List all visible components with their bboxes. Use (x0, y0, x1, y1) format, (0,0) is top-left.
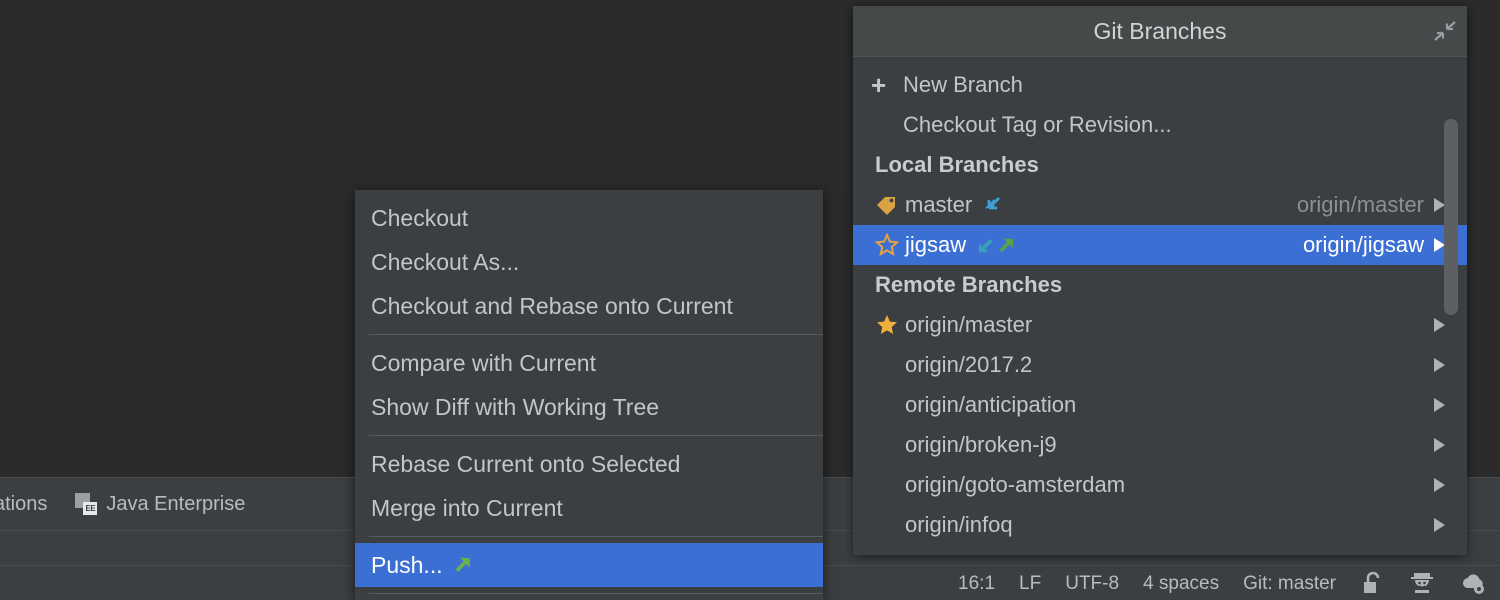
branch-name-label: origin/2017.2 (905, 352, 1032, 378)
branch-row-origin-master[interactable]: origin/master (853, 305, 1467, 345)
branch-row-origin-goto-amsterdam[interactable]: origin/goto-amsterdam (853, 465, 1467, 505)
popup-action-checkout-tag-or-revision[interactable]: Checkout Tag or Revision... (853, 105, 1467, 145)
orange-tag-icon (875, 194, 905, 216)
menu-item-label: Checkout and Rebase onto Current (371, 293, 733, 320)
menu-item-label: Rebase Current onto Selected (371, 451, 680, 478)
chevron-right-icon (1434, 358, 1445, 372)
chevron-right-icon (1434, 478, 1445, 492)
menu-item-checkout[interactable]: Checkout (355, 196, 823, 240)
branch-row-origin-2017-2[interactable]: origin/2017.2 (853, 345, 1467, 385)
outgoing-green-arrow (453, 555, 473, 575)
popup-action-label: New Branch (903, 72, 1023, 98)
menu-item-push[interactable]: Push... (355, 543, 823, 587)
indent-setting[interactable]: 4 spaces (1143, 574, 1219, 593)
menu-item-merge-into-current[interactable]: Merge into Current (355, 486, 823, 530)
section-label: Local Branches (875, 152, 1039, 178)
cloud-settings-icon[interactable] (1460, 571, 1486, 595)
collapse-arrows-icon[interactable] (1429, 18, 1457, 44)
plus-icon: + (873, 72, 903, 98)
chevron-right-icon (1434, 518, 1445, 532)
java-ee-badge-label: EE (83, 502, 97, 515)
branch-row-origin-anticipation[interactable]: origin/anticipation (853, 385, 1467, 425)
git-branch-widget[interactable]: Git: master (1243, 574, 1336, 593)
git-branches-list: + New Branch Checkout Tag or Revision...… (853, 57, 1467, 556)
menu-item-label: Checkout (371, 205, 468, 232)
menu-separator (369, 334, 823, 335)
menu-item-checkout-and-rebase-onto-current[interactable]: Checkout and Rebase onto Current (355, 284, 823, 328)
popup-action-label: Checkout Tag or Revision... (903, 112, 1172, 138)
ide-window: ations EE Java Enterprise 16:1 LF UTF-8 … (0, 0, 1500, 600)
outgoing-green-arrow (997, 236, 1016, 255)
branch-name-label: origin/infoq (905, 512, 1013, 538)
tool-window-label: ations (0, 494, 47, 514)
tool-window-button-truncated[interactable]: ations (0, 478, 61, 530)
branch-context-menu: Checkout Checkout As... Checkout and Reb… (355, 190, 823, 600)
menu-item-checkout-as[interactable]: Checkout As... (355, 240, 823, 284)
chevron-right-icon (1434, 438, 1445, 452)
menu-separator (369, 435, 823, 436)
branch-name-label: origin/anticipation (905, 392, 1076, 418)
menu-item-label: Merge into Current (371, 495, 563, 522)
branch-tracking-label: origin/jigsaw (1303, 232, 1424, 258)
chevron-right-icon (1434, 318, 1445, 332)
tool-window-label: Java Enterprise (106, 494, 245, 514)
menu-item-label: Checkout As... (371, 249, 519, 276)
menu-item-compare-with-current[interactable]: Compare with Current (355, 341, 823, 385)
branch-name-label: master (905, 192, 972, 218)
menu-item-show-diff-with-working-tree[interactable]: Show Diff with Working Tree (355, 385, 823, 429)
line-separator[interactable]: LF (1019, 574, 1041, 593)
branch-tracking-label: origin/master (1297, 192, 1424, 218)
git-branches-popup-header: Git Branches (853, 6, 1467, 57)
java-ee-icon: EE (75, 493, 97, 515)
menu-item-label: Push... (371, 552, 443, 579)
branch-name-label: origin/master (905, 312, 1032, 338)
inspector-face-icon[interactable] (1410, 571, 1434, 595)
section-header-remote-branches: Remote Branches (853, 265, 1467, 305)
caret-position[interactable]: 16:1 (958, 574, 995, 593)
branch-row-master[interactable]: master origin/master (853, 185, 1467, 225)
branch-row-jigsaw[interactable]: jigsaw origin/jigsaw (853, 225, 1467, 265)
unlocked-padlock-icon[interactable] (1362, 571, 1384, 595)
menu-item-label: Show Diff with Working Tree (371, 394, 659, 421)
branch-row-origin-infoq[interactable]: origin/infoq (853, 505, 1467, 545)
branch-name-label: origin/goto-amsterdam (905, 472, 1125, 498)
section-header-local-branches: Local Branches (853, 145, 1467, 185)
tool-window-button-java-enterprise[interactable]: EE Java Enterprise (61, 478, 259, 530)
chevron-right-icon (1434, 398, 1445, 412)
popup-title-label: Git Branches (1094, 20, 1227, 43)
popup-scrollbar[interactable] (1447, 65, 1463, 547)
menu-separator (369, 536, 823, 537)
popup-scrollbar-thumb[interactable] (1444, 119, 1458, 315)
menu-separator (369, 593, 823, 594)
git-branches-popup: Git Branches + New Branch Checkout Tag o… (853, 6, 1467, 555)
file-encoding[interactable]: UTF-8 (1065, 574, 1119, 593)
section-label: Remote Branches (875, 272, 1062, 298)
orange-hollow-star-icon (875, 233, 905, 257)
popup-action-new-branch[interactable]: + New Branch (853, 65, 1467, 105)
branch-name-label: jigsaw (905, 232, 966, 258)
menu-item-rebase-current-onto-selected[interactable]: Rebase Current onto Selected (355, 442, 823, 486)
orange-filled-star-icon (875, 313, 905, 337)
branch-name-label: origin/broken-j9 (905, 432, 1057, 458)
menu-item-label: Compare with Current (371, 350, 596, 377)
branch-row-origin-broken-j9[interactable]: origin/broken-j9 (853, 425, 1467, 465)
incoming-teal-arrow (976, 236, 995, 255)
incoming-blue-arrow (982, 195, 1002, 215)
